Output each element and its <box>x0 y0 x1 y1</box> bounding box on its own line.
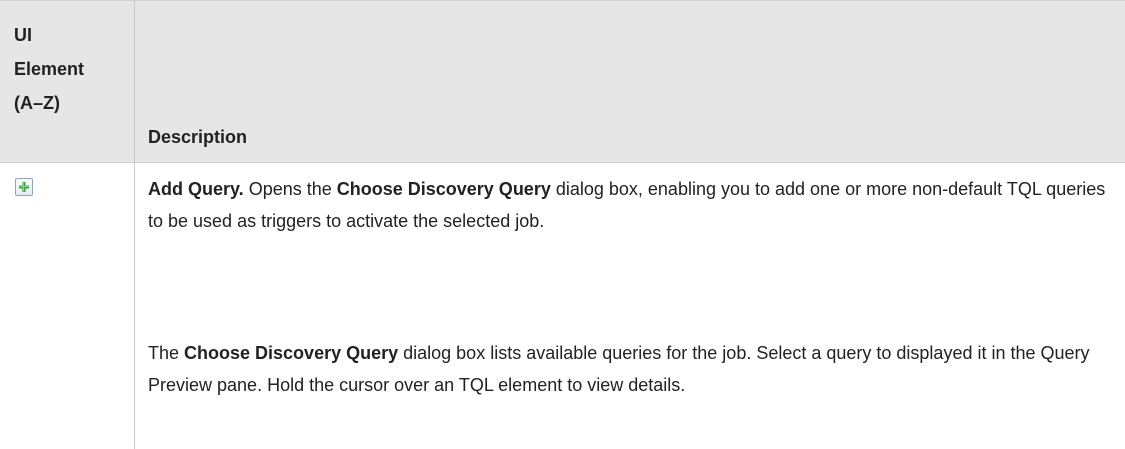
row-divider <box>0 162 1125 163</box>
column-header-ui-element: UI Element (A–Z) <box>14 18 129 120</box>
choose-discovery-query-term: Choose Discovery Query <box>336 179 551 199</box>
add-query-description: Add Query. Opens the Choose Discovery Qu… <box>148 173 1108 237</box>
column-header-ui-element-line3: (A–Z) <box>14 93 60 113</box>
column-header-ui-element-line2: Element <box>14 59 85 79</box>
choose-discovery-query-term-2: Choose Discovery Query <box>184 343 399 363</box>
table-header-row: UI Element (A–Z) Description <box>0 0 1125 163</box>
plus-icon <box>19 182 29 192</box>
add-query-text-a: Opens the <box>243 179 337 199</box>
body-column-divider <box>134 162 135 449</box>
dialog-text-a: The <box>148 343 185 363</box>
add-query-icon <box>15 178 33 196</box>
header-column-divider <box>134 1 135 163</box>
add-query-title: Add Query. <box>148 179 244 199</box>
column-header-ui-element-line1: UI <box>14 25 32 45</box>
ui-elements-table: UI Element (A–Z) Description Add Query. … <box>0 0 1125 449</box>
choose-discovery-query-description: The Choose Discovery Query dialog box li… <box>148 337 1108 401</box>
column-header-description: Description <box>148 127 248 147</box>
